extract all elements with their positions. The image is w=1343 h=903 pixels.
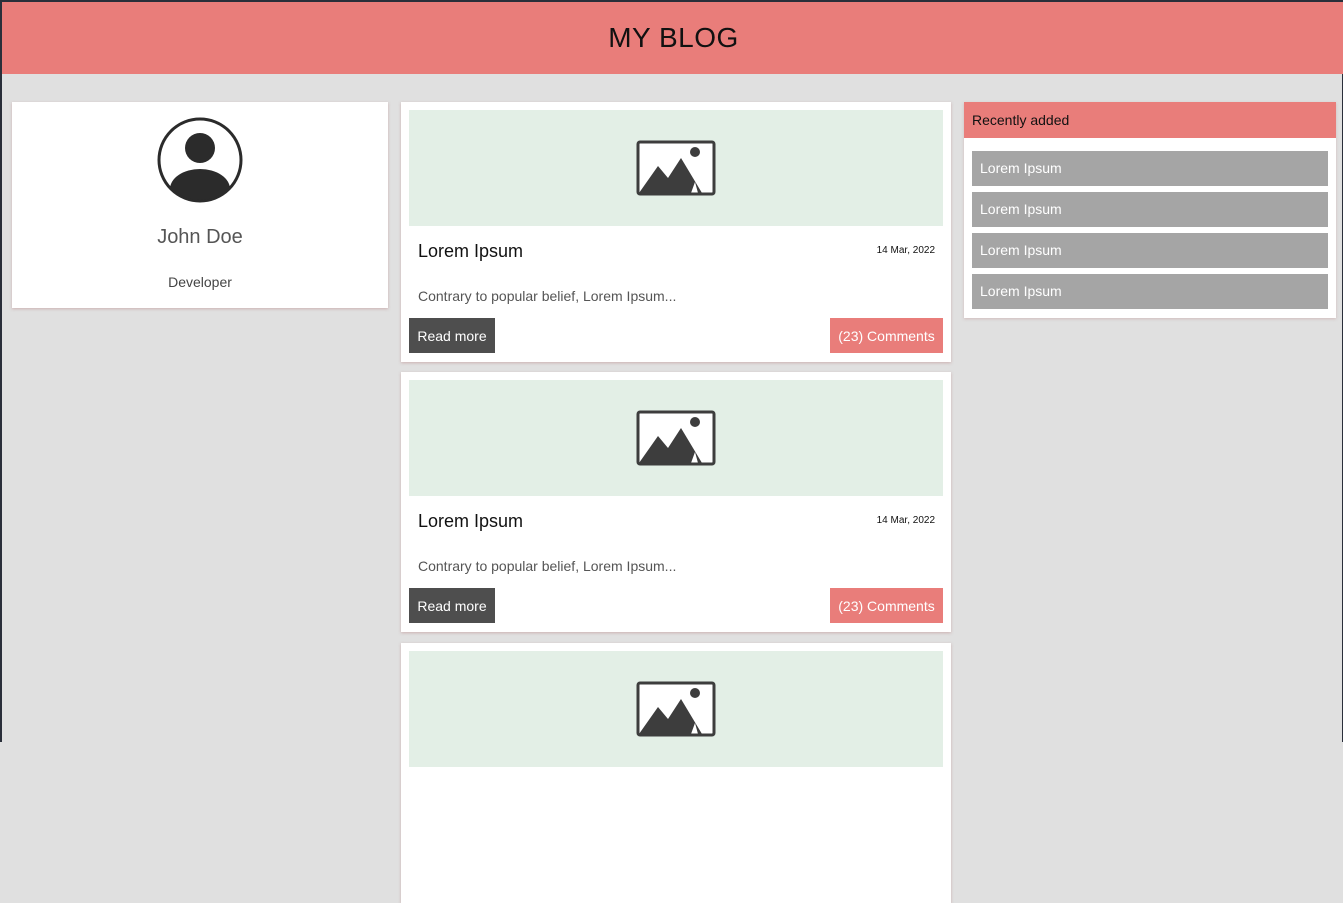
post-title[interactable]: Lorem Ipsum	[418, 511, 523, 532]
blog-post-card	[401, 643, 951, 903]
post-date: 14 Mar, 2022	[876, 245, 935, 256]
read-more-button[interactable]: Read more	[409, 588, 495, 623]
site-header: MY BLOG	[2, 0, 1343, 74]
site-title: MY BLOG	[608, 22, 739, 53]
post-thumbnail[interactable]	[409, 651, 943, 767]
image-placeholder-icon	[636, 681, 716, 737]
post-excerpt: Contrary to popular belief, Lorem Ipsum.…	[418, 558, 677, 574]
comments-button[interactable]: (23) Comments	[830, 318, 943, 353]
profile-name: John Doe	[157, 226, 243, 248]
user-avatar-icon	[157, 117, 243, 203]
image-placeholder-icon	[636, 140, 716, 196]
recently-added-title: Recently added	[964, 102, 1336, 138]
comments-button[interactable]: (23) Comments	[830, 588, 943, 623]
post-title[interactable]: Lorem Ipsum	[418, 241, 523, 262]
post-thumbnail[interactable]	[409, 110, 943, 226]
post-excerpt: Contrary to popular belief, Lorem Ipsum.…	[418, 288, 677, 304]
profile-card: John Doe Developer	[12, 102, 388, 308]
post-thumbnail[interactable]	[409, 380, 943, 496]
recent-list-item[interactable]: Lorem Ipsum	[972, 192, 1328, 227]
blog-post-card: Lorem Ipsum 14 Mar, 2022 Contrary to pop…	[401, 102, 951, 362]
post-date: 14 Mar, 2022	[876, 515, 935, 526]
profile-role: Developer	[168, 274, 232, 290]
recent-list-item[interactable]: Lorem Ipsum	[972, 151, 1328, 186]
image-placeholder-icon	[636, 410, 716, 466]
recently-added-panel: Recently added Lorem Ipsum Lorem Ipsum L…	[964, 102, 1336, 318]
blog-post-card: Lorem Ipsum 14 Mar, 2022 Contrary to pop…	[401, 372, 951, 632]
read-more-button[interactable]: Read more	[409, 318, 495, 353]
recent-list: Lorem Ipsum Lorem Ipsum Lorem Ipsum Lore…	[964, 138, 1336, 309]
recent-list-item[interactable]: Lorem Ipsum	[972, 274, 1328, 309]
recent-list-item[interactable]: Lorem Ipsum	[972, 233, 1328, 268]
